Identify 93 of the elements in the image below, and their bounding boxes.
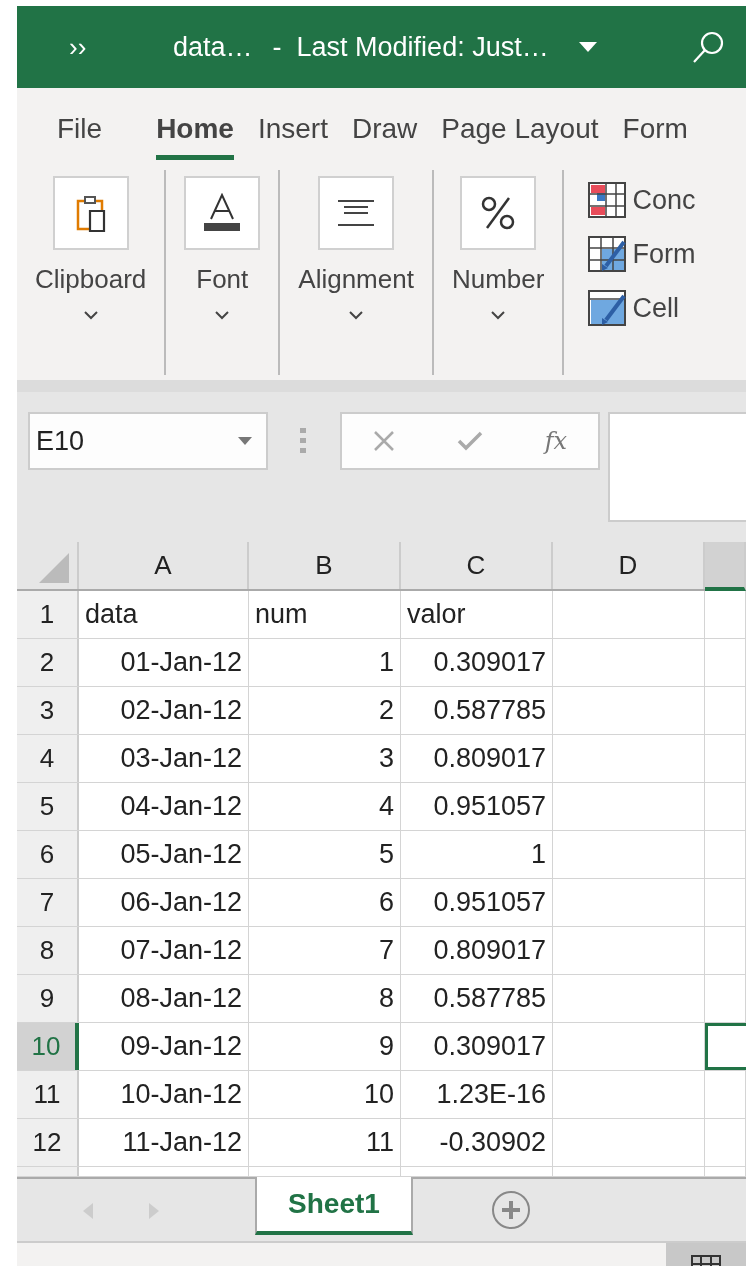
search-icon[interactable] <box>692 30 726 64</box>
checkmark-icon[interactable] <box>456 431 483 451</box>
table-cell: 3 <box>249 735 401 782</box>
group-label: Font <box>196 264 249 295</box>
grip-icon[interactable] <box>300 428 306 454</box>
group-label: Number <box>451 264 545 295</box>
style-menu-item[interactable]: Form <box>588 236 746 272</box>
column-header[interactable]: C <box>401 542 553 589</box>
ribbon-tab[interactable]: Form <box>622 113 688 160</box>
table-cell: 0.587785 <box>401 687 553 734</box>
group-icon-button[interactable] <box>318 176 395 250</box>
group-label: Alignment <box>298 264 414 295</box>
row-header[interactable]: 2 <box>17 639 79 686</box>
group-icon-button[interactable] <box>460 176 537 250</box>
table-cell: 1 <box>249 639 401 686</box>
table-cell: 4 <box>249 783 401 830</box>
table-cell: 0.309017 <box>401 1023 553 1070</box>
table-cell: 0.951057 <box>401 783 553 830</box>
column-header[interactable] <box>705 542 746 591</box>
table-cell: num <box>249 591 401 638</box>
table-cell: 02-Jan-12 <box>79 687 249 734</box>
chevron-down-icon[interactable] <box>215 311 230 320</box>
table-cell: 10-Jan-12 <box>79 1071 249 1118</box>
ribbon-tab[interactable]: Draw <box>351 113 418 160</box>
dropdown-icon <box>238 437 252 445</box>
table-cell: 0.809017 <box>401 735 553 782</box>
percent-icon <box>481 196 516 230</box>
table-cell: 07-Jan-12 <box>79 927 249 974</box>
table-cell: 1.23E-16 <box>401 1071 553 1118</box>
table-cell: 7 <box>249 927 401 974</box>
insert-function-button[interactable]: fx <box>544 427 568 455</box>
table-cell: 0.587785 <box>401 975 553 1022</box>
overflow-button[interactable]: ›› <box>69 31 169 63</box>
table-cell: 01-Jan-12 <box>79 639 249 686</box>
row-header[interactable]: 1 <box>17 591 79 638</box>
table-brush-icon <box>588 236 627 272</box>
row-header[interactable]: 8 <box>17 927 79 974</box>
style-menu-item[interactable]: Conc <box>588 182 746 218</box>
row-header[interactable]: 11 <box>17 1071 79 1118</box>
cell-brush-icon <box>588 290 627 326</box>
table-cell: 11 <box>249 1119 401 1166</box>
table-cell: 6 <box>249 879 401 926</box>
table-cell: 05-Jan-12 <box>79 831 249 878</box>
table-cell: 1 <box>401 831 553 878</box>
formula-input[interactable] <box>608 412 746 522</box>
row-header[interactable]: 6 <box>17 831 79 878</box>
chevron-down-icon[interactable] <box>83 311 98 320</box>
table-cell: 0.309017 <box>401 639 553 686</box>
table-cell: 11-Jan-12 <box>79 1119 249 1166</box>
group-icon-button[interactable] <box>184 176 261 250</box>
file-name: data… <box>173 31 253 63</box>
table-cell: 03-Jan-12 <box>79 735 249 782</box>
row-header[interactable]: 10 <box>17 1023 79 1070</box>
table-cell: 10 <box>249 1071 401 1118</box>
active-cell <box>705 1023 746 1070</box>
column-header[interactable]: A <box>79 542 249 589</box>
sheet-tab[interactable]: Sheet1 <box>255 1177 413 1235</box>
ribbon-tab[interactable]: Insert <box>257 113 328 160</box>
font-color-icon <box>202 193 243 233</box>
table-cell: 5 <box>249 831 401 878</box>
table-cell: 2 <box>249 687 401 734</box>
select-all-icon <box>39 553 69 583</box>
table-cell: 9 <box>249 1023 401 1070</box>
row-header[interactable]: 4 <box>17 735 79 782</box>
table-cell: valor <box>401 591 553 638</box>
row-header[interactable]: 7 <box>17 879 79 926</box>
table-cell: 09-Jan-12 <box>79 1023 249 1070</box>
row-header[interactable]: 12 <box>17 1119 79 1166</box>
style-menu-item[interactable]: Cell <box>588 290 746 326</box>
group-label: Clipboard <box>35 264 147 295</box>
row-header[interactable]: 5 <box>17 783 79 830</box>
last-modified-label: - Last Modified: Just… <box>272 31 549 63</box>
add-sheet-icon[interactable] <box>491 1190 531 1230</box>
conditional-format-icon <box>588 182 627 218</box>
align-center-icon <box>338 198 375 228</box>
table-cell: 0.809017 <box>401 927 553 974</box>
table-cell: 0.951057 <box>401 879 553 926</box>
ribbon-tab[interactable]: Page Layout <box>441 113 599 160</box>
dropdown-icon[interactable] <box>578 42 597 52</box>
chevron-down-icon[interactable] <box>349 311 364 320</box>
table-cell: 08-Jan-12 <box>79 975 249 1022</box>
table-cell: data <box>79 591 249 638</box>
table-cell: 06-Jan-12 <box>79 879 249 926</box>
ribbon-tab[interactable]: File <box>57 113 103 160</box>
row-header[interactable]: 9 <box>17 975 79 1022</box>
row-header[interactable]: 3 <box>17 687 79 734</box>
column-header[interactable]: B <box>249 542 401 589</box>
name-box[interactable]: E10 <box>28 412 268 470</box>
table-cell: 04-Jan-12 <box>79 783 249 830</box>
table-cell: 8 <box>249 975 401 1022</box>
group-icon-button[interactable] <box>52 176 129 250</box>
chevron-down-icon[interactable] <box>491 311 506 320</box>
table-cell: -0.30902 <box>401 1119 553 1166</box>
